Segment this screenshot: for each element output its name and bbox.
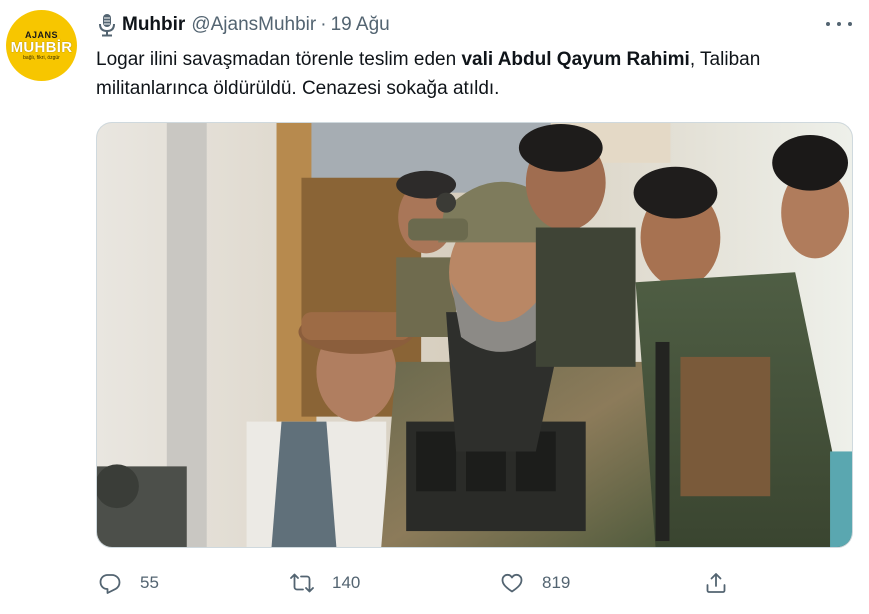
heart-icon xyxy=(501,573,523,593)
retweet-button[interactable]: 140 xyxy=(290,566,360,600)
user-handle[interactable]: @AjansMuhbir xyxy=(191,14,316,36)
avatar-tagline: bağlı, fikri, özgür xyxy=(23,54,60,61)
tweet-text-start: Logar ilini savaşmadan törenle teslim ed… xyxy=(96,49,462,70)
reply-icon xyxy=(99,574,121,594)
tweet-text-bold: vali Abdul Qayum Rahimi xyxy=(461,49,690,70)
share-icon xyxy=(706,573,726,593)
microphone-icon xyxy=(99,14,115,37)
retweet-count: 140 xyxy=(332,573,361,592)
tweet-text: Logar ilini savaşmadan törenle teslim ed… xyxy=(96,45,836,103)
more-dot-icon xyxy=(826,22,830,26)
retweet-icon xyxy=(290,573,314,593)
display-name[interactable]: Muhbir xyxy=(122,14,185,36)
like-count: 819 xyxy=(542,573,571,592)
avatar[interactable]: AJANS MUHBİR bağlı, fikri, özgür xyxy=(6,10,77,81)
reply-count: 55 xyxy=(140,573,159,592)
more-dot-icon xyxy=(837,22,841,26)
tweet-actions: 55 140 819 xyxy=(96,566,853,600)
more-options-button[interactable] xyxy=(826,14,852,34)
avatar-line2: MUHBİR xyxy=(10,38,73,56)
tweet-photo[interactable] xyxy=(96,122,853,548)
tweet-header: Muhbir @AjansMuhbir · 19 Ağu xyxy=(97,12,390,38)
tweet-date[interactable]: 19 Ağu xyxy=(331,14,390,36)
reply-button[interactable]: 55 xyxy=(98,566,159,600)
photo-illustration xyxy=(97,123,852,547)
separator-dot: · xyxy=(320,14,327,35)
more-dot-icon xyxy=(848,22,852,26)
like-button[interactable]: 819 xyxy=(500,566,570,600)
share-button[interactable] xyxy=(704,566,746,600)
